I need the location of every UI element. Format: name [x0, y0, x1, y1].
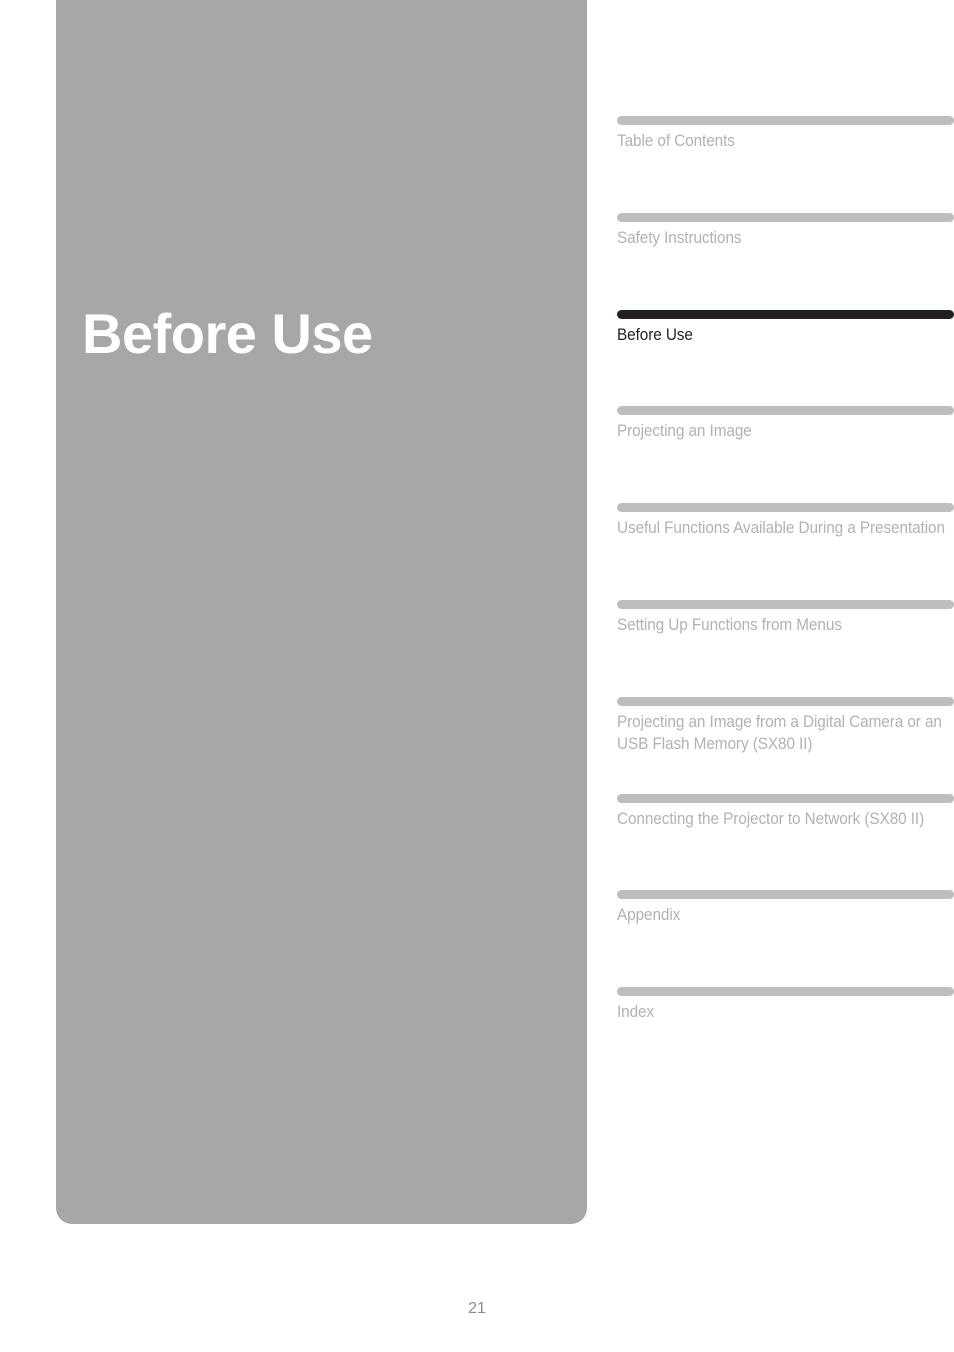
index-item-2[interactable]: Safety Instructions	[617, 212, 954, 310]
index-item-7[interactable]: Projecting an Image from a Digital Camer…	[617, 696, 954, 794]
index-item-bar	[617, 599, 954, 609]
index-item-bar	[617, 406, 954, 416]
index-item-label: Before Use	[617, 325, 693, 344]
index-item-4[interactable]: Projecting an Image	[617, 406, 954, 503]
chapter-index-nav: Table of Contents Safety Instructions Befo…	[617, 116, 954, 1084]
index-item-label: Safety Instructions	[617, 228, 742, 247]
index-item-bar	[617, 890, 954, 900]
index-item-3[interactable]: Before Use	[617, 309, 954, 407]
index-item-label: Projecting an Image	[617, 422, 752, 441]
index-item-5[interactable]: Useful Functions Available During a Pres…	[617, 503, 954, 600]
index-item-label: Useful Functions Available During a Pres…	[617, 519, 945, 538]
chapter-cover-panel: Before Use	[56, 0, 587, 1224]
index-item-8[interactable]: Connecting the Projector to Network (SX8…	[617, 793, 954, 891]
index-item-label: Setting Up Functions from Menus	[617, 615, 842, 634]
index-item-6[interactable]: Setting Up Functions from Menus	[617, 599, 954, 697]
index-item-label: Index	[617, 1003, 655, 1022]
index-item-label: Connecting the Projector to Network (SX8…	[617, 809, 925, 828]
index-item-10[interactable]: Index	[617, 987, 954, 1084]
index-item-9[interactable]: Appendix	[617, 890, 954, 987]
index-item-bar	[617, 793, 954, 803]
page-title: Before Use	[82, 302, 373, 365]
index-item-1[interactable]: Table of Contents	[617, 116, 954, 213]
index-item-label: Appendix	[617, 906, 681, 925]
index-item-bar	[617, 212, 954, 222]
index-item-bar	[617, 987, 954, 997]
page-number: 21	[468, 1300, 486, 1317]
index-item-label: Table of Contents	[617, 132, 735, 150]
index-item-bar	[617, 309, 954, 319]
index-item-bar	[617, 116, 954, 125]
index-item-bar	[617, 696, 954, 706]
index-item-label: Projecting an Image from a Digital Camer…	[617, 712, 942, 754]
index-item-bar	[617, 503, 954, 513]
